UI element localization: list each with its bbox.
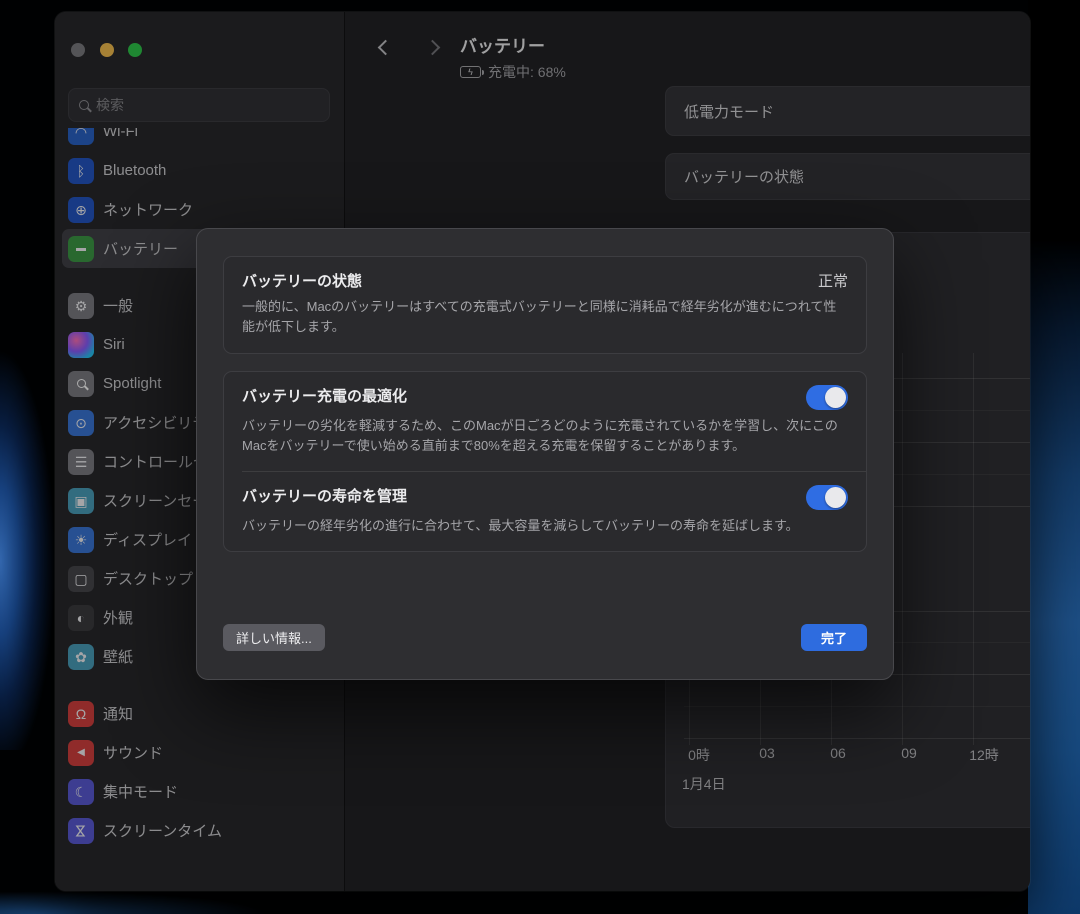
optimized-charging-row: バッテリー充電の最適化 バッテリーの劣化を軽減するため、このMacが日ごろどのよ… (224, 372, 866, 472)
desktop-background: ◠ Wi-Fi ᛒ Bluetooth ⊕ ネットワーク ▬ バッテリー ⚙ (0, 0, 1080, 914)
battery-options-section: バッテリー充電の最適化 バッテリーの劣化を軽減するため、このMacが日ごろどのよ… (223, 371, 867, 553)
battery-health-section: バッテリーの状態 正常 一般的に、Macのバッテリーはすべての充電式バッテリーと… (223, 256, 867, 354)
battery-health-dialog: バッテリーの状態 正常 一般的に、Macのバッテリーはすべての充電式バッテリーと… (196, 228, 894, 680)
manage-lifespan-toggle[interactable] (806, 485, 848, 510)
manage-lifespan-description: バッテリーの経年劣化の進行に合わせて、最大容量を減らしてバッテリーの寿命を延ばし… (242, 516, 842, 536)
battery-health-status: 正常 (818, 270, 848, 291)
more-info-button[interactable]: 詳しい情報... (223, 624, 325, 651)
manage-lifespan-row: バッテリーの寿命を管理 バッテリーの経年劣化の進行に合わせて、最大容量を減らして… (224, 472, 866, 551)
system-settings-window: ◠ Wi-Fi ᛒ Bluetooth ⊕ ネットワーク ▬ バッテリー ⚙ (55, 12, 1030, 891)
battery-health-description: 一般的に、Macのバッテリーはすべての充電式バッテリーと同様に消耗品で経年劣化が… (242, 297, 842, 338)
wallpaper-earth-right (1028, 0, 1080, 914)
dialog-footer: 詳しい情報... 完了 (223, 624, 867, 651)
optimized-charging-toggle[interactable] (806, 385, 848, 410)
done-button[interactable]: 完了 (801, 624, 867, 651)
optimized-charging-description: バッテリーの劣化を軽減するため、このMacが日ごろどのように充電されているかを学… (242, 416, 842, 457)
